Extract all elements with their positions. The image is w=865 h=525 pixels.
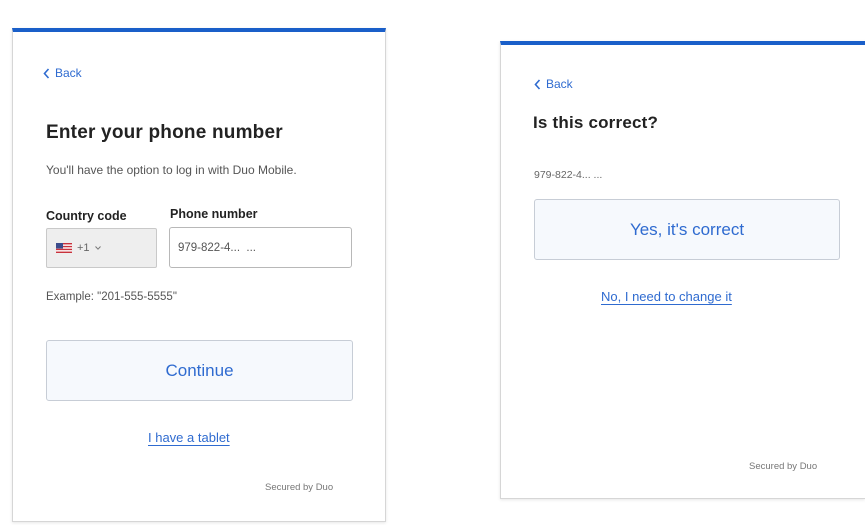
- change-number-link[interactable]: No, I need to change it: [601, 289, 732, 304]
- page-subtitle: You'll have the option to log in with Du…: [46, 163, 297, 177]
- back-link[interactable]: Back: [43, 66, 82, 80]
- back-link[interactable]: Back: [534, 77, 573, 91]
- confirm-title: Is this correct?: [533, 113, 659, 132]
- country-code-select[interactable]: +1: [46, 228, 157, 268]
- chevron-down-icon: [94, 246, 101, 250]
- phone-number-label: Phone number: [170, 207, 258, 221]
- confirm-button[interactable]: Yes, it's correct: [534, 199, 840, 260]
- secured-by-duo: Secured by Duo: [749, 461, 818, 472]
- phone-example-text: Example: "201-555-5555": [46, 291, 177, 303]
- chevron-left-icon: [534, 78, 541, 90]
- confirm-phone-card: Back Is this correct? 979-822-4... ... Y…: [500, 41, 865, 499]
- country-code-label: Country code: [46, 209, 127, 223]
- back-label: Back: [546, 77, 573, 91]
- us-flag-icon: [56, 243, 72, 253]
- tablet-link[interactable]: I have a tablet: [148, 430, 230, 445]
- continue-button[interactable]: Continue: [46, 340, 353, 401]
- phone-number-input[interactable]: [169, 227, 352, 268]
- back-label: Back: [55, 66, 82, 80]
- phone-number-display: 979-822-4... ...: [534, 169, 603, 181]
- country-code-value: +1: [77, 242, 90, 254]
- enter-phone-card: Back Enter your phone number You'll have…: [12, 28, 386, 522]
- page-title: Enter your phone number: [46, 122, 283, 143]
- secured-by-duo: Secured by Duo: [265, 482, 334, 493]
- chevron-left-icon: [43, 67, 50, 79]
